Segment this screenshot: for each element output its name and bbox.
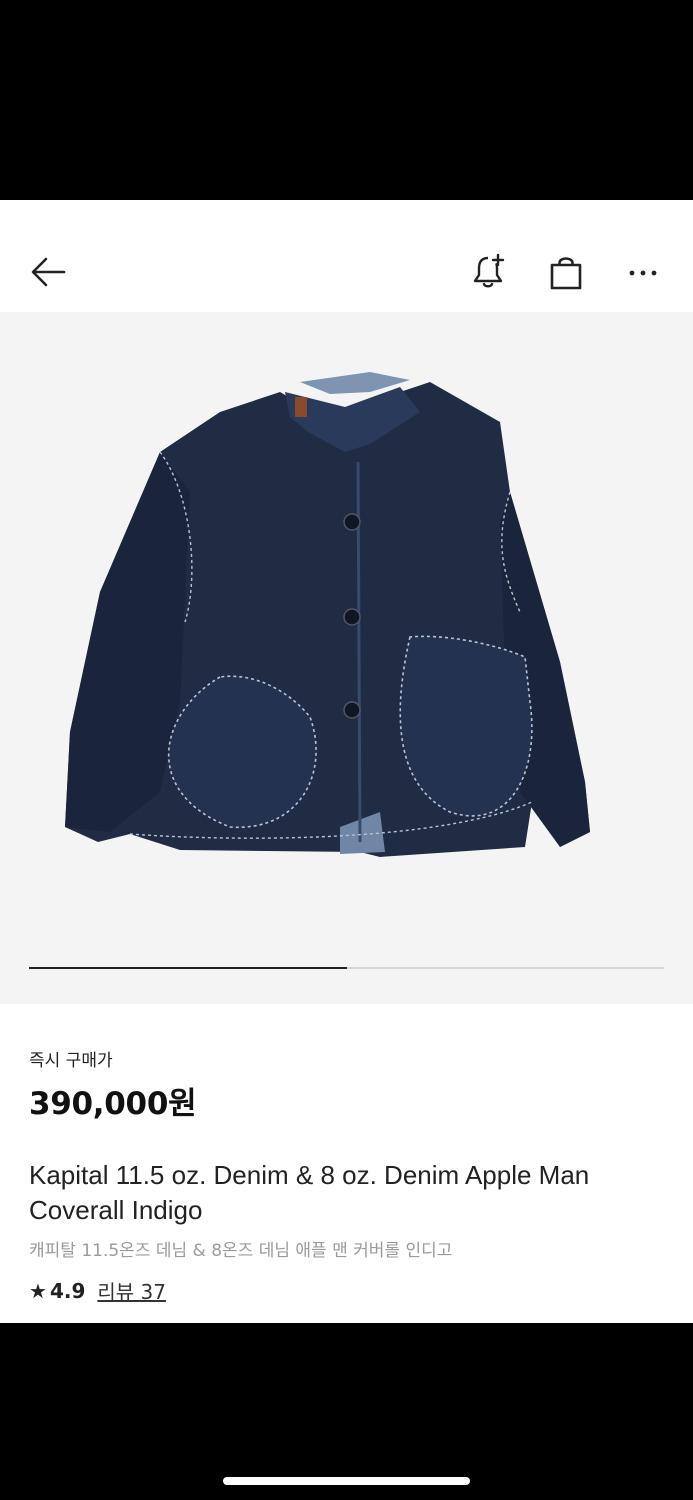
rating-row: ★ 4.9 리뷰 37 xyxy=(29,1276,166,1305)
status-bar-time-remnant xyxy=(100,186,160,200)
review-link[interactable]: 리뷰 37 xyxy=(97,1276,166,1305)
price-label: 즉시 구매가 xyxy=(29,1051,113,1071)
back-button[interactable] xyxy=(26,250,70,294)
bell-plus-icon xyxy=(473,253,505,288)
arrow-left-icon xyxy=(31,257,66,287)
product-subtitle-ko: 캐피탈 11.5온즈 데님 & 8온즈 데님 애플 맨 커버롤 인디고 xyxy=(29,1241,453,1261)
product-info: 즉시 구매가 390,000원 Kapital 11.5 oz. Denim &… xyxy=(0,1004,693,1323)
cart-button[interactable] xyxy=(544,250,588,294)
shopping-bag-icon xyxy=(550,257,582,290)
product-image xyxy=(65,372,590,857)
product-title: Kapital 11.5 oz. Denim & 8 oz. Denim App… xyxy=(29,1160,590,1225)
star-icon: ★ xyxy=(29,1278,47,1303)
home-indicator[interactable] xyxy=(223,1477,470,1485)
more-button[interactable] xyxy=(621,250,665,294)
rating-value: 4.9 xyxy=(49,1278,86,1303)
price: 390,000원 xyxy=(29,1086,197,1122)
more-horizontal-icon xyxy=(629,270,657,276)
top-app-bar xyxy=(0,200,693,312)
product-screen: 즉시 구매가 390,000원 Kapital 11.5 oz. Denim &… xyxy=(0,200,693,1323)
gallery-progress-track xyxy=(29,967,664,969)
bottom-black-bar xyxy=(0,1323,693,1500)
gallery-progress-fill xyxy=(29,967,347,969)
product-image-gallery[interactable] xyxy=(0,312,693,1004)
top-black-bar xyxy=(0,0,693,200)
notification-add-button[interactable] xyxy=(466,250,510,294)
